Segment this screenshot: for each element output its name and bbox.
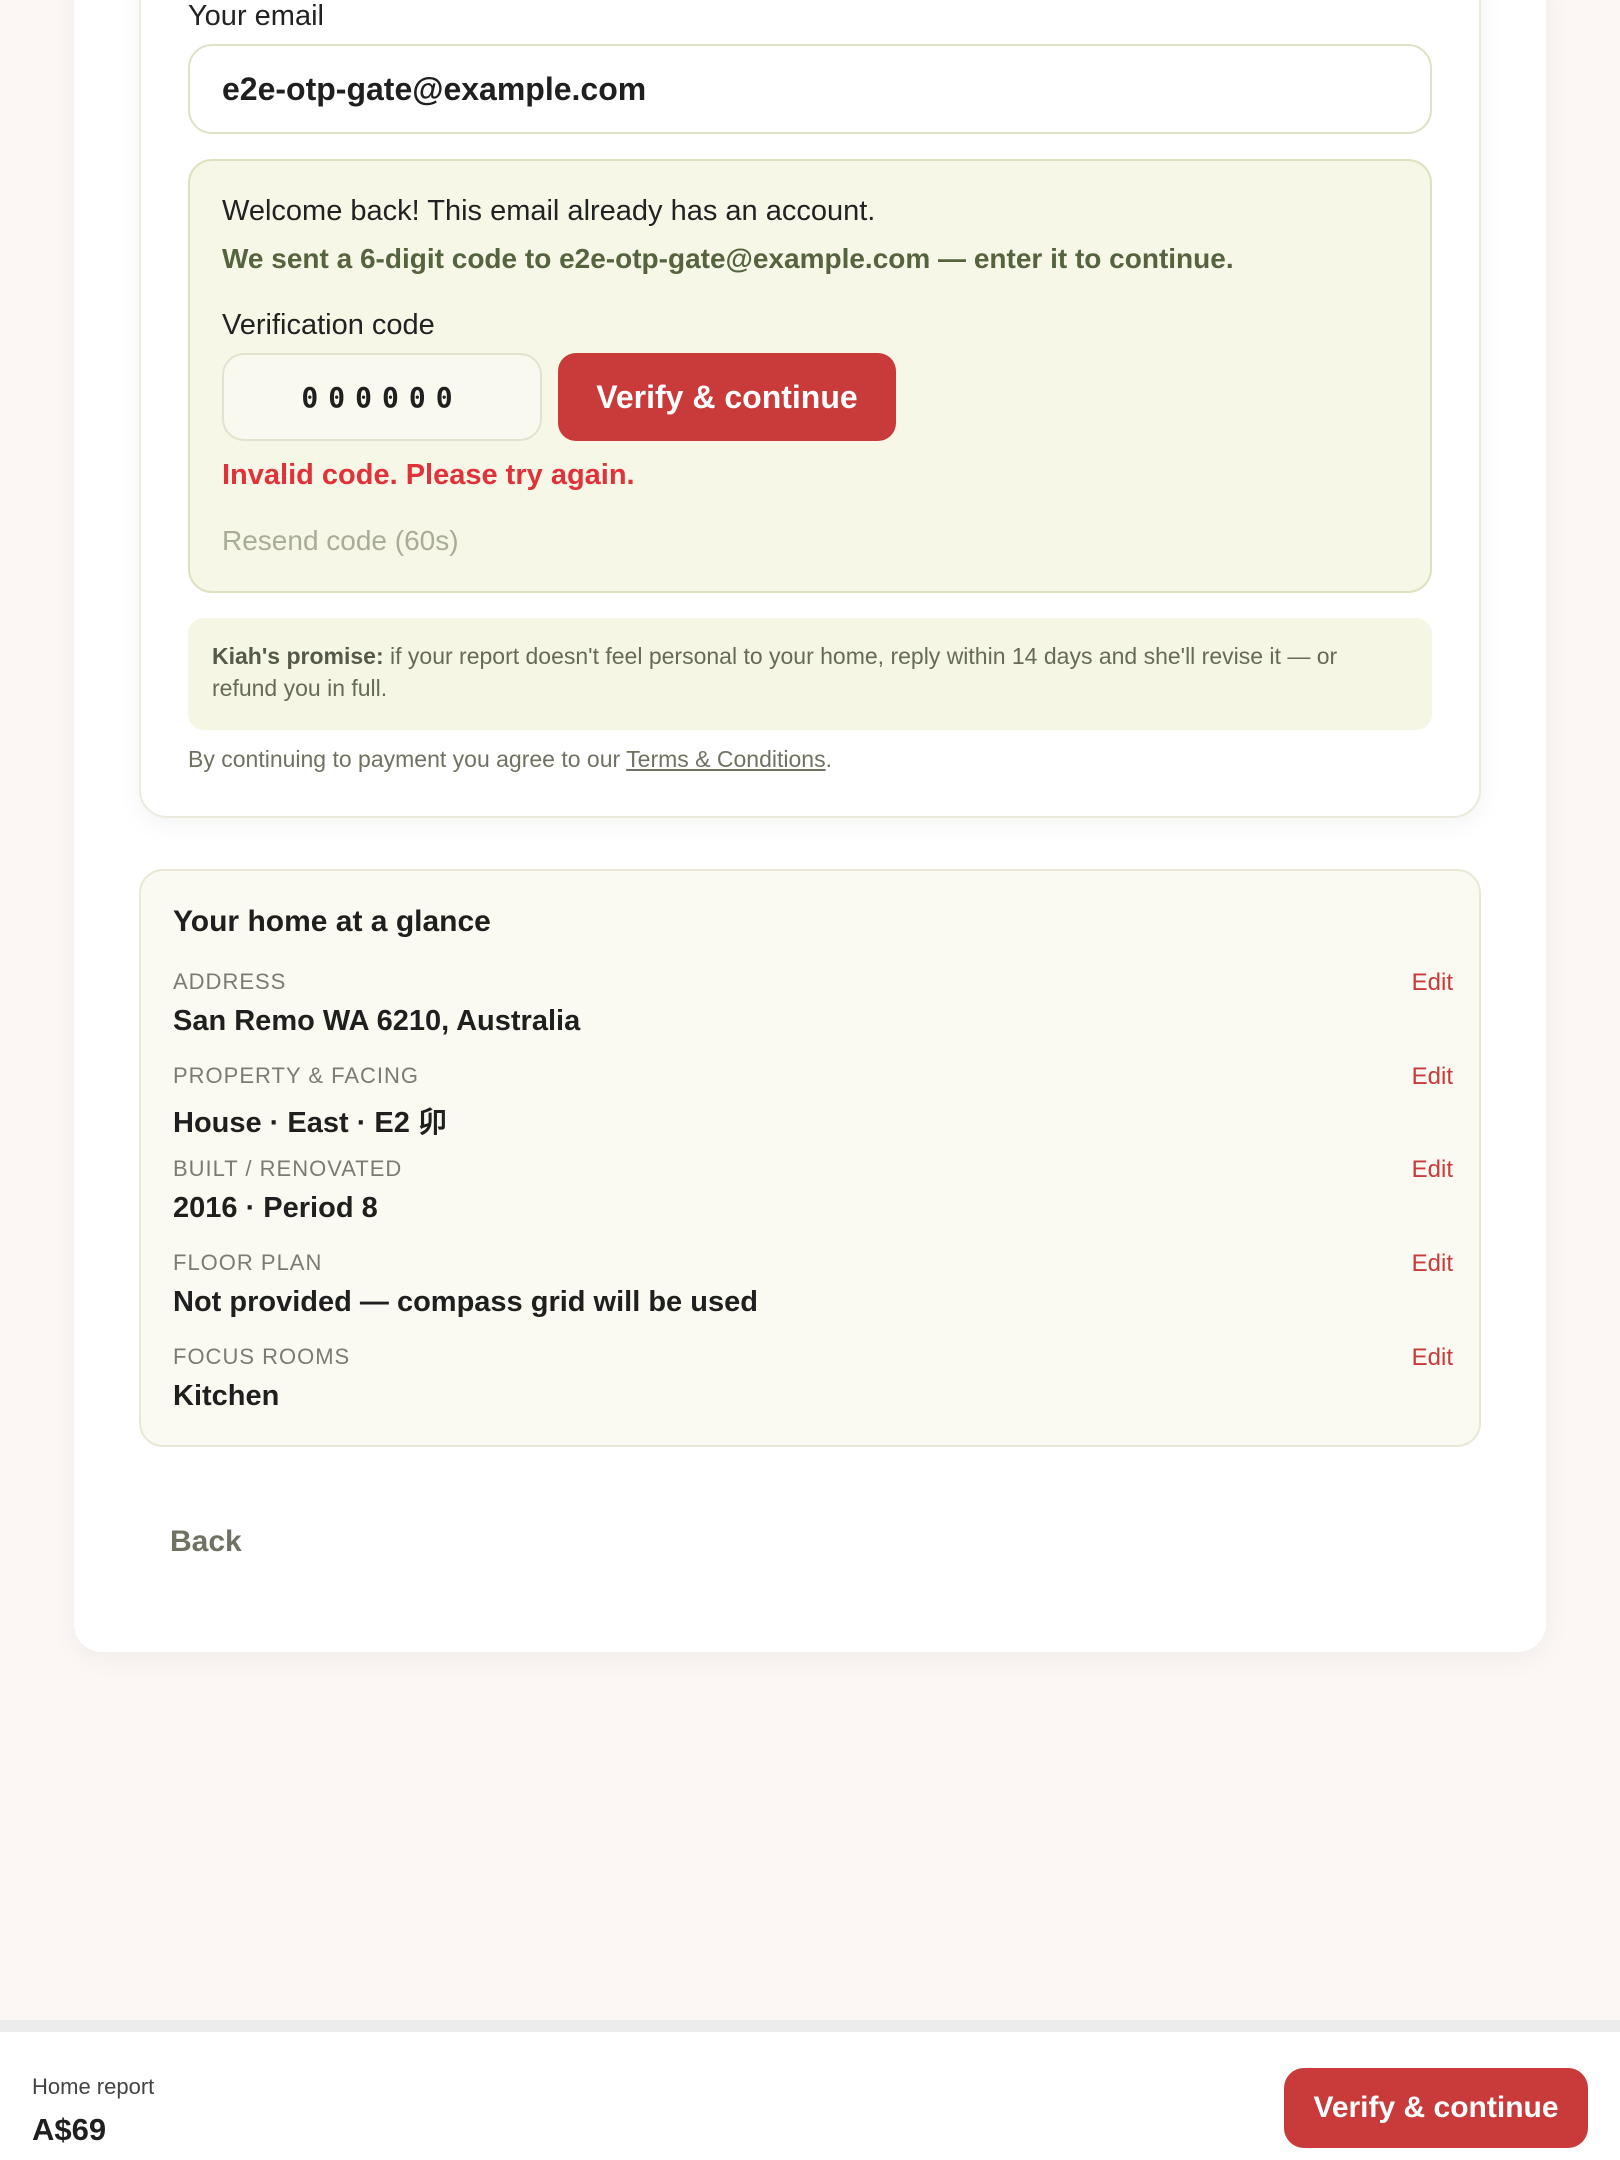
terms-link[interactable]: Terms & Conditions [626, 746, 825, 772]
row-label: BUILT / RENOVATED [173, 1156, 403, 1181]
row-value: Not provided — compass grid will be used [173, 1286, 758, 1318]
summary-row-floor-plan: FLOOR PLAN Not provided — compass grid w… [173, 1250, 1453, 1319]
verify-continue-button[interactable]: Verify & continue [558, 353, 896, 441]
edit-property-link[interactable]: Edit [1412, 1063, 1453, 1091]
edit-focus-rooms-link[interactable]: Edit [1412, 1344, 1453, 1372]
row-label: PROPERTY & FACING [173, 1063, 420, 1088]
summary-row-built: BUILT / RENOVATED 2016 · Period 8 Edit [173, 1156, 1453, 1225]
row-value: San Remo WA 6210, Australia [173, 1005, 581, 1037]
row-value: House · East · E2 卯 [173, 1107, 447, 1139]
row-value: 2016 · Period 8 [173, 1192, 378, 1224]
resend-code-link[interactable]: Resend code (60s) [222, 525, 459, 557]
bottom-verify-continue-button[interactable]: Verify & continue [1284, 2068, 1588, 2148]
row-label: ADDRESS [173, 969, 287, 994]
email-value: e2e-otp-gate@example.com [222, 70, 647, 107]
row-value: Kitchen [173, 1380, 280, 1412]
row-label: FOCUS ROOMS [173, 1344, 351, 1369]
promise-note: Kiah's promise: if your report doesn't f… [188, 618, 1432, 730]
edit-built-link[interactable]: Edit [1412, 1156, 1453, 1184]
product-price: A$69 [32, 2112, 107, 2147]
summary-row-focus-rooms: FOCUS ROOMS Kitchen Edit [173, 1344, 1453, 1413]
terms-prefix: By continuing to payment you agree to ou… [188, 746, 621, 772]
summary-row-address: ADDRESS San Remo WA 6210, Australia Edit [173, 969, 1453, 1038]
email-field[interactable]: e2e-otp-gate@example.com [188, 44, 1432, 134]
code-sent-message: We sent a 6-digit code to e2e-otp-gate@e… [222, 243, 1234, 274]
terms-notice: By continuing to payment you agree to ou… [188, 746, 832, 773]
welcome-message: Welcome back! This email already has an … [222, 195, 876, 227]
verification-code-input[interactable]: 000000 [222, 353, 542, 441]
edit-address-link[interactable]: Edit [1412, 969, 1453, 997]
summary-row-property: PROPERTY & FACING House · East · E2 卯 Ed… [173, 1063, 1453, 1141]
row-label: FLOOR PLAN [173, 1250, 323, 1275]
email-label: Your email [188, 0, 324, 32]
terms-suffix: . [825, 746, 832, 772]
product-label: Home report [32, 2074, 155, 2099]
bottom-checkout-bar: Home report A$69 Verify & continue [0, 2020, 1620, 2160]
otp-panel: Welcome back! This email already has an … [188, 159, 1432, 593]
error-message: Invalid code. Please try again. [222, 459, 635, 491]
verification-code-label: Verification code [222, 309, 435, 341]
edit-floor-plan-link[interactable]: Edit [1412, 1250, 1453, 1278]
promise-lead: Kiah's promise: [212, 643, 384, 669]
back-button[interactable]: Back [170, 1525, 242, 1559]
home-summary-card: Your home at a glance ADDRESS San Remo W… [139, 869, 1481, 1447]
summary-title: Your home at a glance [173, 905, 491, 938]
